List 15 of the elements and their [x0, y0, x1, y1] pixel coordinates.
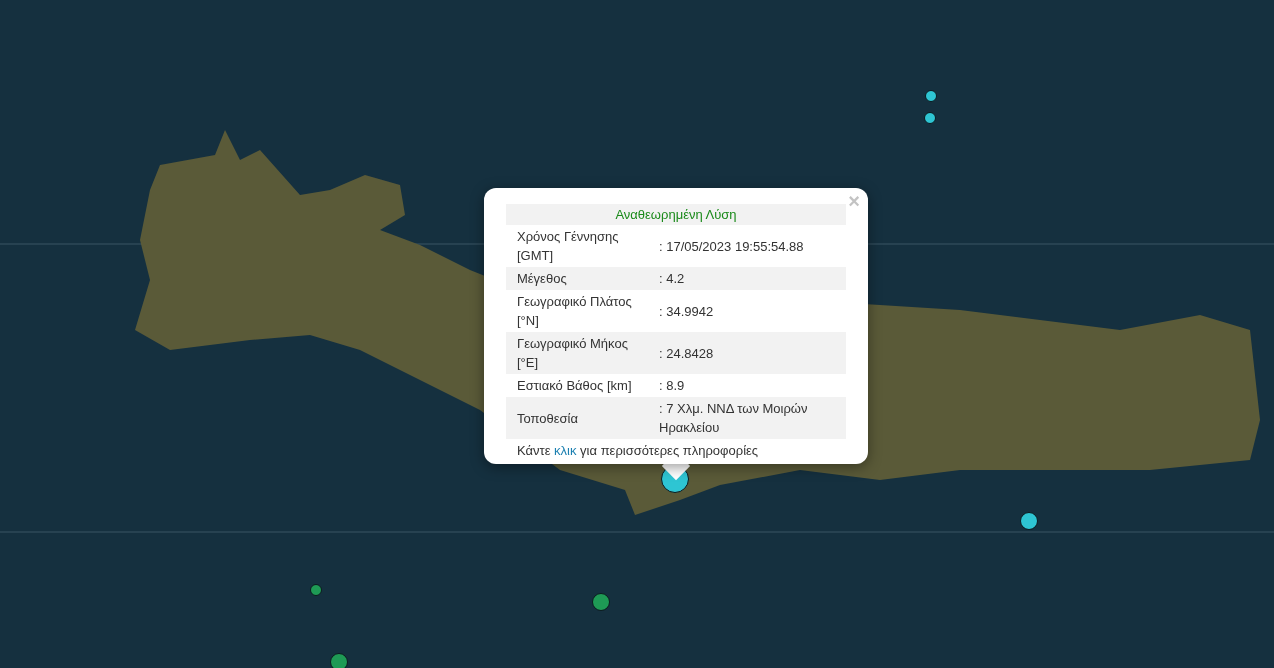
field-value: : 17/05/2023 19:55:54.88 [658, 237, 805, 256]
field-label: Χρόνος Γέννησης [GMT] [516, 228, 620, 265]
field-value: : 7 Χλμ. ΝΝΔ των Μοιρών Ηρακλείου [658, 400, 809, 437]
field-label: Εστιακό Βάθος [km] [516, 377, 633, 395]
field-value: : 34.9942 [658, 302, 715, 321]
field-value: : 24.8428 [658, 344, 715, 363]
field-label: Γεωγραφικό Πλάτος [°N] [516, 293, 633, 330]
popup-title: Αναθεωρημένη Λύση [506, 204, 846, 225]
more-info-link[interactable]: κλικ [554, 443, 577, 458]
field-label: Μέγεθος [516, 270, 568, 288]
field-value: : 8.9 [658, 377, 686, 395]
field-label: Τοποθεσία [516, 409, 580, 428]
more-info-text: Κάντε κλικ για περισσότερες πληροφορίες [516, 442, 760, 460]
field-label: Γεωγραφικό Μήκος [°E] [516, 335, 629, 372]
field-value: : 4.2 [658, 270, 686, 288]
